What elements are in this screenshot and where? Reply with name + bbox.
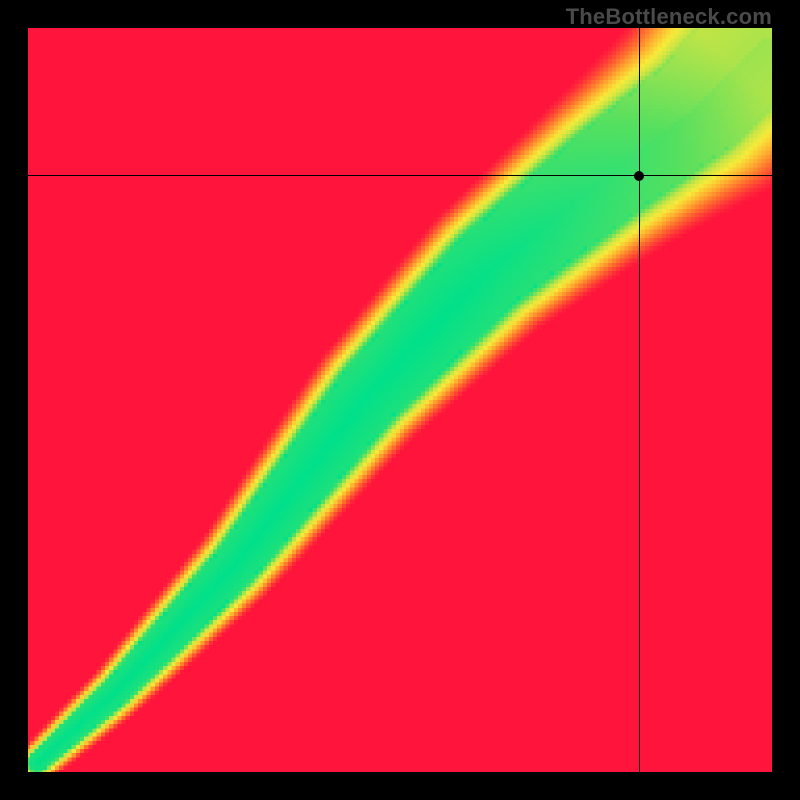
bottleneck-heatmap: [26, 26, 774, 774]
crosshair-vertical: [639, 26, 640, 774]
watermark-text: TheBottleneck.com: [566, 4, 772, 30]
crosshair-horizontal: [26, 175, 774, 176]
chart-stage: TheBottleneck.com: [0, 0, 800, 800]
crosshair-dot: [634, 171, 644, 181]
